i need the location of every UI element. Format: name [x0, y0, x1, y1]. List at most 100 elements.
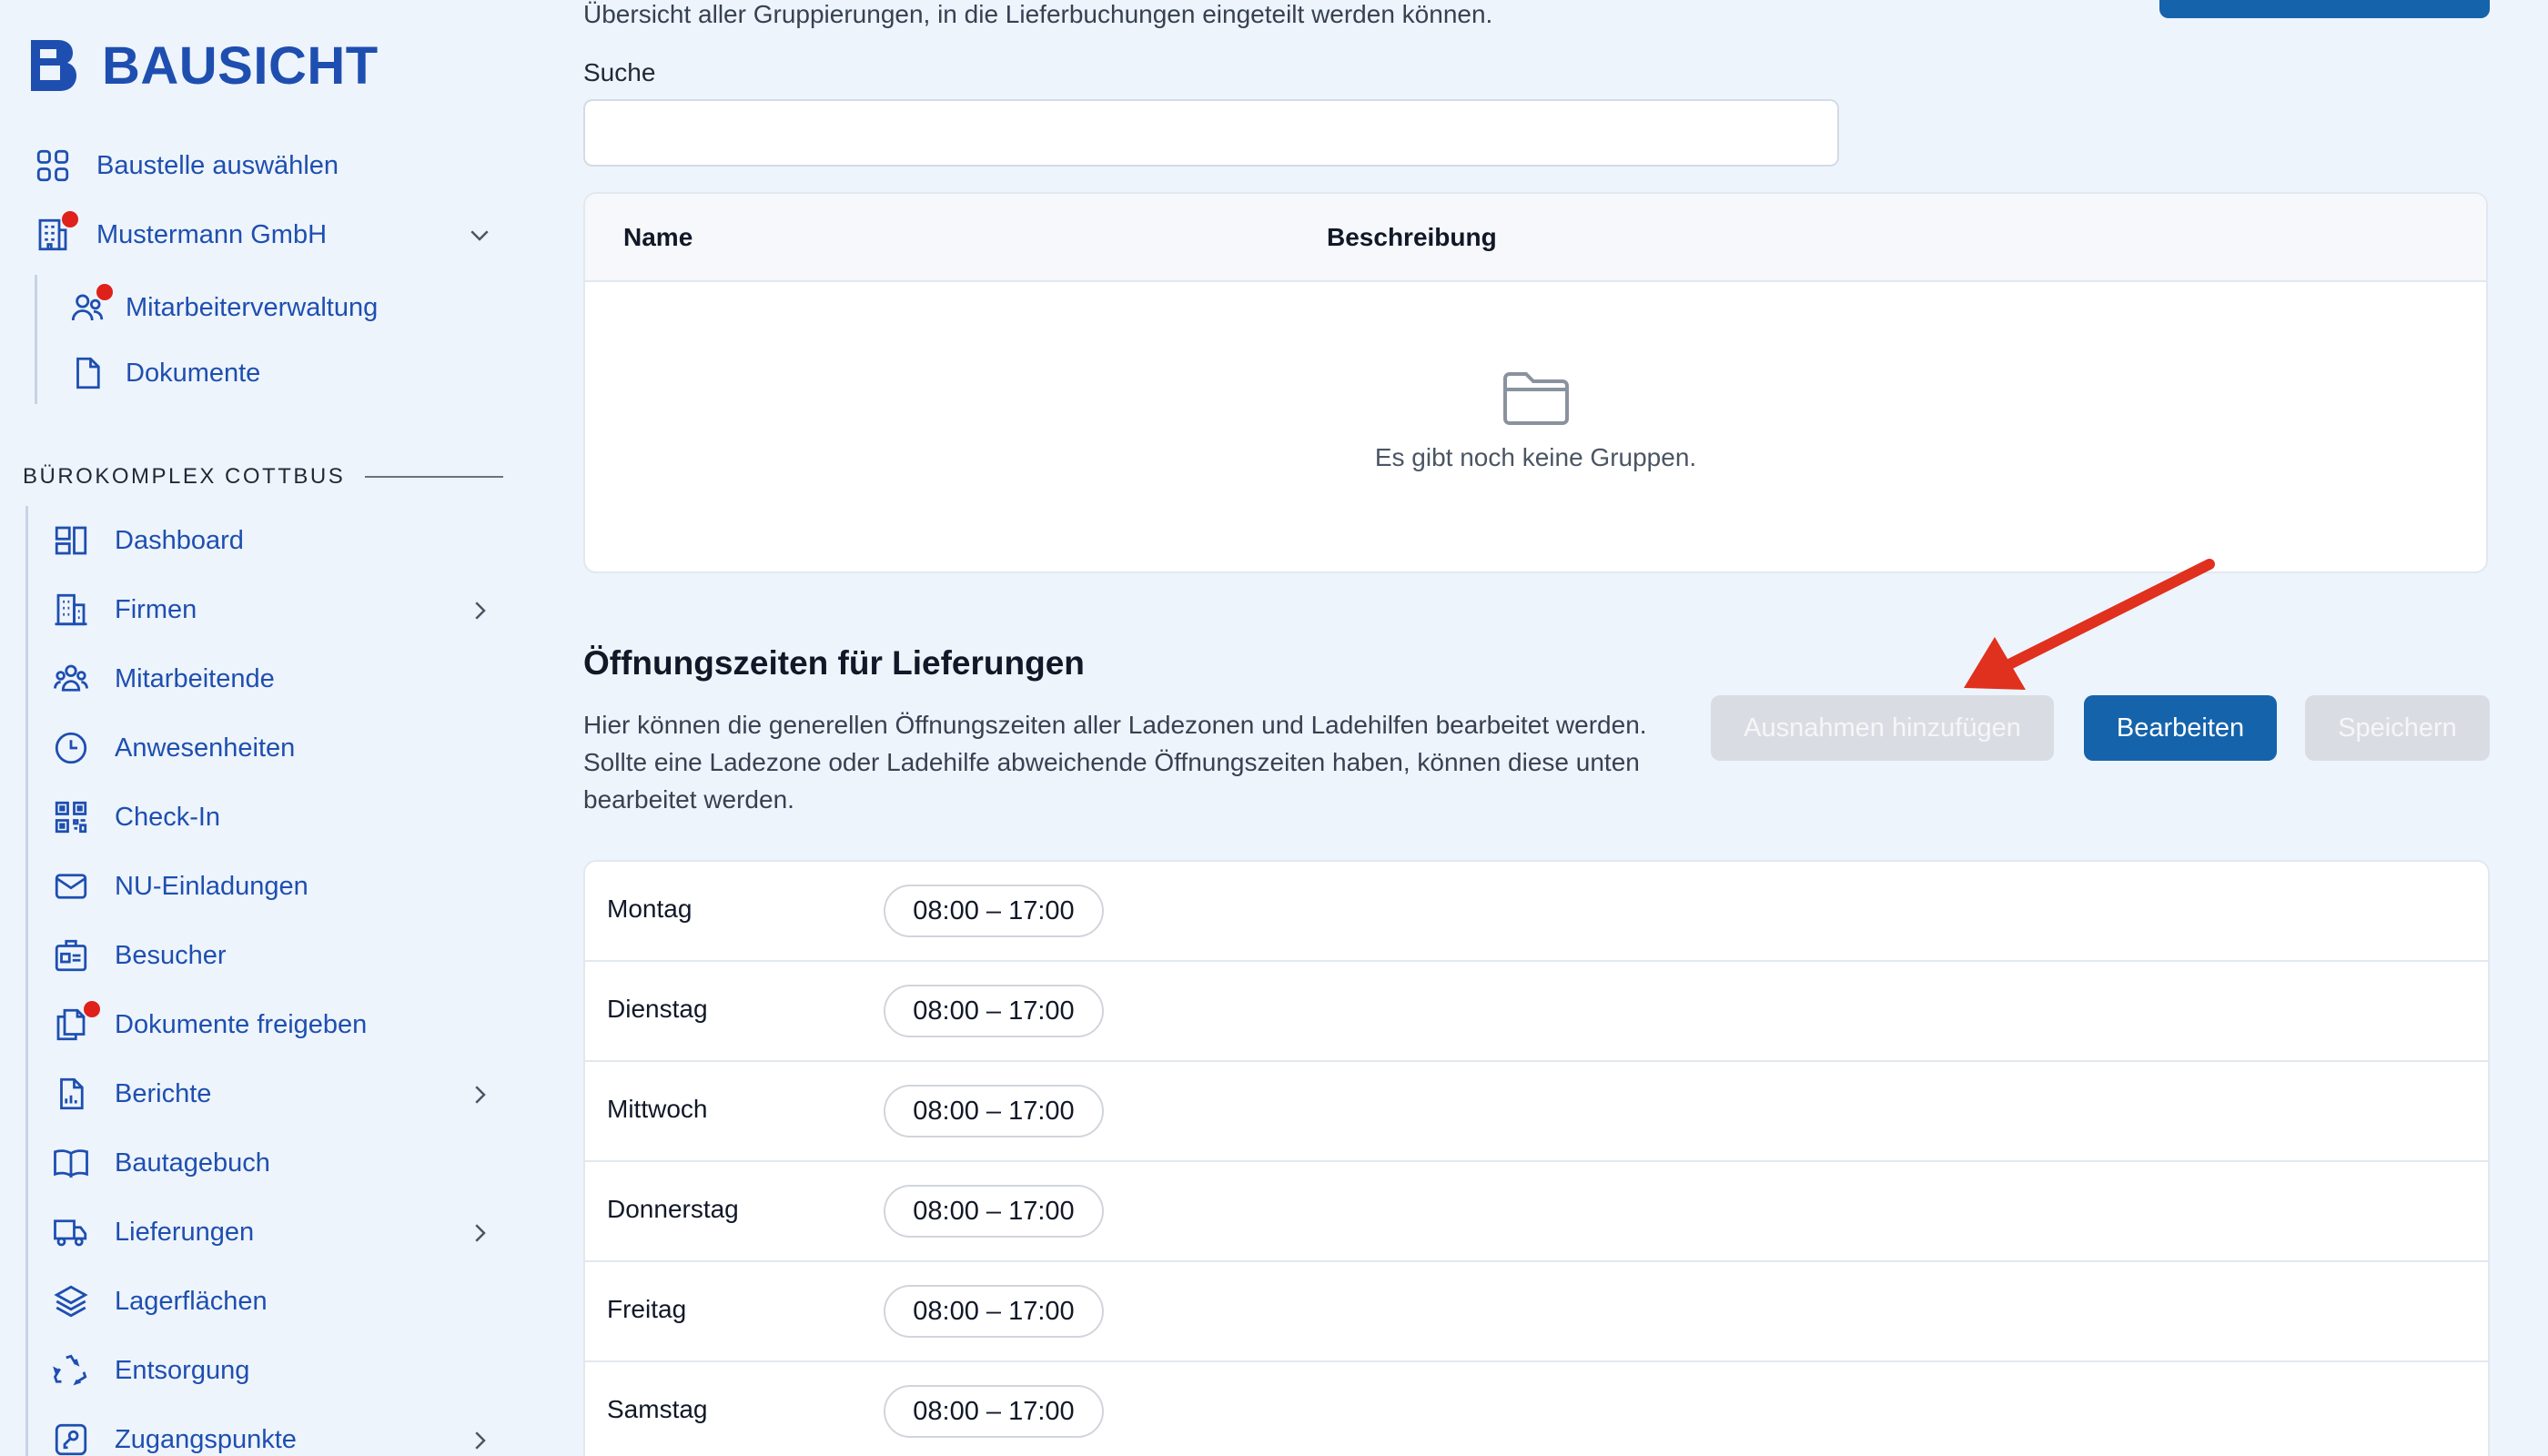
key-icon — [51, 1420, 91, 1456]
table-row: Montag 08:00 – 17:00 — [585, 862, 2488, 962]
nav-disposal[interactable]: Entsorgung — [51, 1350, 249, 1390]
book-icon — [51, 1143, 91, 1183]
table-header: Name Beschreibung — [585, 194, 2486, 282]
notification-dot — [96, 284, 113, 300]
notification-dot — [84, 1001, 100, 1017]
layers-icon — [51, 1281, 91, 1321]
nav-employee-management[interactable]: Mitarbeiterverwaltung — [67, 284, 379, 328]
recycle-icon — [51, 1350, 91, 1390]
day-label: Donnerstag — [607, 1195, 739, 1223]
nav-companies[interactable]: Firmen — [51, 590, 197, 630]
chevron-right-icon[interactable] — [466, 1427, 493, 1454]
opening-hours-title: Öffnungszeiten für Lieferungen — [583, 644, 1085, 682]
search-label: Suche — [583, 58, 656, 86]
tree-line — [35, 275, 37, 404]
nav-label: Zugangspunkte — [115, 1424, 297, 1454]
save-button[interactable]: Speichern — [2305, 695, 2490, 761]
truck-icon — [51, 1212, 91, 1252]
nav-label: Mitarbeiterverwaltung — [126, 292, 379, 322]
groups-description: Übersicht aller Gruppierungen, in die Li… — [583, 0, 1493, 28]
nav-deliveries[interactable]: Lieferungen — [51, 1212, 254, 1252]
opening-hours-table: Montag 08:00 – 17:00 Dienstag 08:00 – 17… — [583, 860, 2490, 1456]
nav-label: Anwesenheiten — [115, 733, 296, 763]
chevron-right-icon[interactable] — [466, 1081, 493, 1108]
nav-subcontractor-invitations[interactable]: NU-Einladungen — [51, 866, 308, 906]
nav-label: Lieferungen — [115, 1217, 255, 1247]
day-label: Freitag — [607, 1295, 687, 1323]
nav-select-construction-site[interactable]: Baustelle auswählen — [33, 146, 339, 186]
time-range-pill: 08:00 – 17:00 — [884, 1185, 1104, 1238]
nav-label: Firmen — [115, 594, 197, 624]
nav-label: Mitarbeitende — [115, 663, 275, 693]
section-heading: BÜROKOMPLEX COTTBUS — [23, 464, 503, 490]
time-range-pill: 08:00 – 17:00 — [884, 1385, 1104, 1438]
nav-label: Lagerflächen — [115, 1286, 268, 1316]
nav-label: Dokumente — [126, 358, 261, 388]
clock-icon — [51, 728, 91, 768]
nav-access-points[interactable]: Zugangspunkte — [51, 1420, 297, 1456]
users-icon — [67, 284, 113, 328]
nav-reports[interactable]: Berichte — [51, 1074, 211, 1114]
table-row: Freitag 08:00 – 17:00 — [585, 1262, 2488, 1362]
nav-visitors[interactable]: Besucher — [51, 935, 227, 976]
nav-storage-areas[interactable]: Lagerflächen — [51, 1281, 268, 1321]
folder-icon — [1502, 372, 1569, 425]
time-range-pill: 08:00 – 17:00 — [884, 985, 1104, 1037]
nav-employees[interactable]: Mitarbeitende — [51, 659, 275, 699]
search-input[interactable] — [583, 99, 1839, 167]
building-icon — [33, 211, 78, 255]
table-row: Mittwoch 08:00 – 17:00 — [585, 1062, 2488, 1162]
day-label: Samstag — [607, 1395, 708, 1423]
column-header-description[interactable]: Beschreibung — [1327, 223, 1497, 252]
chevron-right-icon[interactable] — [466, 1219, 493, 1247]
chevron-down-icon[interactable] — [466, 221, 493, 248]
section-divider — [365, 476, 503, 478]
table-row: Dienstag 08:00 – 17:00 — [585, 962, 2488, 1062]
documents-icon — [51, 1001, 100, 1045]
nav-label: Berichte — [115, 1078, 212, 1108]
top-action-button[interactable] — [2159, 0, 2490, 18]
nav-documents[interactable]: Dokumente — [67, 353, 260, 393]
report-icon — [51, 1074, 91, 1114]
empty-state-text: Es gibt noch keine Gruppen. — [1374, 443, 1697, 471]
nav-label: Bautagebuch — [115, 1148, 270, 1178]
nav-label: Besucher — [115, 940, 227, 970]
nav-label: Mustermann GmbH — [96, 219, 328, 249]
groups-table: Name Beschreibung Es gibt noch keine Gru… — [583, 192, 2488, 573]
edit-button[interactable]: Bearbeiten — [2084, 695, 2277, 761]
tree-line — [25, 506, 28, 1456]
dashboard-icon — [51, 521, 91, 561]
brand-name: BAUSICHT — [102, 35, 379, 96]
nav-dashboard[interactable]: Dashboard — [51, 521, 244, 561]
nav-label: NU-Einladungen — [115, 871, 308, 901]
day-label: Montag — [607, 895, 693, 923]
brand-logo[interactable]: BAUSICHT — [27, 35, 379, 96]
nav-check-in[interactable]: Check-In — [51, 797, 220, 837]
grid-icon — [33, 146, 73, 186]
nav-attendance[interactable]: Anwesenheiten — [51, 728, 295, 768]
notification-dot — [62, 211, 78, 228]
qr-code-icon — [51, 797, 91, 837]
time-range-pill: 08:00 – 17:00 — [884, 1285, 1104, 1338]
id-badge-icon — [51, 935, 91, 976]
day-label: Dienstag — [607, 995, 708, 1023]
building-icon — [51, 590, 91, 630]
nav-company-mustermann[interactable]: Mustermann GmbH — [33, 211, 328, 255]
nav-label: Baustelle auswählen — [96, 150, 339, 180]
time-range-pill: 08:00 – 17:00 — [884, 885, 1104, 937]
table-row: Donnerstag 08:00 – 17:00 — [585, 1162, 2488, 1262]
add-exceptions-button[interactable]: Ausnahmen hinzufügen — [1711, 695, 2054, 761]
nav-label: Dokumente freigeben — [115, 1009, 368, 1039]
column-header-name[interactable]: Name — [623, 223, 693, 252]
time-range-pill: 08:00 – 17:00 — [884, 1085, 1104, 1138]
logo-mark-icon — [31, 40, 76, 91]
nav-approve-documents[interactable]: Dokumente freigeben — [51, 1001, 368, 1045]
nav-label: Entsorgung — [115, 1355, 250, 1385]
table-row: Samstag 08:00 – 17:00 — [585, 1362, 2488, 1456]
mail-icon — [51, 866, 91, 906]
nav-construction-diary[interactable]: Bautagebuch — [51, 1143, 270, 1183]
sidebar: BAUSICHT Baustelle auswählen Mustermann … — [0, 0, 528, 1456]
people-icon — [51, 659, 91, 699]
chevron-right-icon[interactable] — [466, 597, 493, 624]
document-icon — [67, 353, 107, 393]
